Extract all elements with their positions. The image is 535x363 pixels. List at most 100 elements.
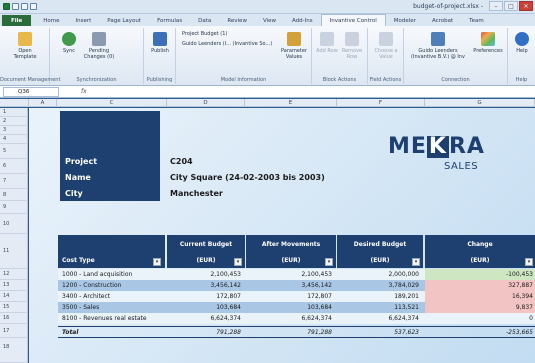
- remove-row-icon: [345, 32, 359, 46]
- row-header[interactable]: 7: [0, 174, 28, 189]
- table-total-row: Total 791,288 791,288 537,623 -253,665: [58, 326, 535, 338]
- header-current-budget: Current Budget (EUR) ▾: [167, 235, 245, 268]
- minimize-button[interactable]: –: [489, 1, 503, 11]
- choose-value-icon: [379, 32, 393, 46]
- header-change: Change (EUR) ▾: [425, 235, 535, 268]
- row-header[interactable]: 8: [0, 189, 28, 201]
- tab-formulas[interactable]: Formulas: [149, 15, 190, 26]
- preferences-icon: [481, 32, 495, 46]
- group-model-information: Project Budget (1) Guido Leenders (I... …: [176, 28, 312, 84]
- tab-home[interactable]: Home: [35, 15, 67, 26]
- model-user[interactable]: Guido Leenders (I... (Invantive So...): [182, 41, 272, 47]
- project-info-panel: [60, 111, 160, 201]
- column-header-c[interactable]: C: [57, 99, 167, 107]
- row-header[interactable]: 14: [0, 291, 28, 302]
- row-header[interactable]: 2: [0, 117, 28, 126]
- title-bar: budget-of-project.xlsx - – □ ✕: [0, 0, 535, 14]
- column-header-g[interactable]: G: [425, 99, 535, 107]
- remove-row-button[interactable]: Remove Row: [340, 32, 364, 60]
- publish-icon: [153, 32, 167, 46]
- table-row: 3500 - Sales 103,684 103,684 113,521 9,8…: [58, 302, 535, 313]
- ribbon-tabs: File Home Insert Page Layout Formulas Da…: [0, 14, 535, 26]
- name-value[interactable]: City Square (24-02-2003 bis 2003): [170, 173, 325, 182]
- table-row: 8100 - Revenues real estate 6,624,374 6,…: [58, 313, 535, 324]
- open-template-button[interactable]: Open Template: [10, 32, 40, 60]
- column-header-e[interactable]: E: [245, 99, 337, 107]
- header-desired-budget: Desired Budget (EUR) ▾: [337, 235, 423, 268]
- row-header[interactable]: 4: [0, 135, 28, 144]
- filter-dropdown-icon[interactable]: ▾: [325, 258, 333, 266]
- tab-page-layout[interactable]: Page Layout: [99, 15, 149, 26]
- project-value[interactable]: C204: [170, 157, 193, 166]
- tab-review[interactable]: Review: [219, 15, 255, 26]
- group-publishing: Publish Publishing: [144, 28, 176, 84]
- tab-modeler[interactable]: Modeler: [386, 15, 424, 26]
- folder-icon: [18, 32, 32, 46]
- close-button[interactable]: ✕: [519, 1, 533, 11]
- funnel-icon: [287, 32, 301, 46]
- connection-button[interactable]: Guido Leenders (Invantive B.V.) @ Inv: [408, 32, 468, 60]
- table-row: 1200 - Construction 3,456,142 3,456,142 …: [58, 280, 535, 291]
- row-header[interactable]: 5: [0, 144, 28, 159]
- ribbon: Open Template Document Management Sync P…: [0, 26, 535, 86]
- filter-dropdown-icon[interactable]: ▾: [525, 258, 533, 266]
- city-value[interactable]: Manchester: [170, 189, 223, 198]
- tab-file[interactable]: File: [2, 15, 32, 26]
- row-header[interactable]: 9: [0, 201, 28, 214]
- row-header[interactable]: 13: [0, 280, 28, 291]
- tab-invantive-control[interactable]: Invantive Control: [320, 14, 386, 26]
- name-label: Name: [65, 173, 91, 182]
- filter-dropdown-icon[interactable]: ▾: [153, 258, 161, 266]
- add-row-icon: [320, 32, 334, 46]
- sync-button[interactable]: Sync: [58, 32, 80, 54]
- column-header-f[interactable]: F: [337, 99, 425, 107]
- group-connection: Guido Leenders (Invantive B.V.) @ Inv Pr…: [404, 28, 508, 84]
- table-row: 1000 - Land acquisition 2,100,453 2,100,…: [58, 269, 535, 280]
- parameter-values-button[interactable]: Parameter Values: [280, 32, 308, 60]
- filter-dropdown-icon[interactable]: ▾: [234, 258, 242, 266]
- column-header-d[interactable]: D: [167, 99, 245, 107]
- row-header[interactable]: 12: [0, 269, 28, 280]
- tab-view[interactable]: View: [255, 15, 284, 26]
- row-header[interactable]: 15: [0, 302, 28, 313]
- name-box[interactable]: Q36: [3, 86, 59, 97]
- tab-add-ins[interactable]: Add-Ins: [284, 15, 321, 26]
- help-icon: [515, 32, 529, 46]
- sales-logo-text: SALES: [444, 161, 479, 172]
- select-all-corner[interactable]: [0, 99, 29, 107]
- header-after-movements: After Movements (EUR) ▾: [246, 235, 336, 268]
- tab-data[interactable]: Data: [190, 15, 219, 26]
- formula-bar: Q36 fx: [0, 86, 535, 98]
- tab-acrobat[interactable]: Acrobat: [424, 15, 461, 26]
- tab-insert[interactable]: Insert: [68, 15, 100, 26]
- window-title: budget-of-project.xlsx -: [413, 3, 483, 10]
- pending-changes-button[interactable]: Pending Changes (0): [82, 32, 116, 60]
- add-row-button[interactable]: Add Row: [316, 32, 338, 54]
- group-synchronization: Sync Pending Changes (0) Synchronization: [50, 28, 144, 84]
- column-header-a[interactable]: A: [29, 99, 57, 107]
- help-button[interactable]: Help: [512, 32, 532, 54]
- sync-icon: [62, 32, 76, 46]
- preferences-button[interactable]: Preferences: [472, 32, 504, 54]
- filter-dropdown-icon[interactable]: ▾: [412, 258, 420, 266]
- row-header[interactable]: 3: [0, 126, 28, 135]
- row-header[interactable]: 17: [0, 324, 28, 338]
- row-header[interactable]: 10: [0, 214, 28, 234]
- fx-icon[interactable]: fx: [81, 88, 87, 95]
- table-row: 3400 - Architect 172,807 172,807 189,201…: [58, 291, 535, 302]
- group-document-management: Open Template Document Management: [0, 28, 60, 84]
- group-block-actions: Add Row Remove Row Block Actions: [312, 28, 368, 84]
- connection-icon: [431, 32, 445, 46]
- maximize-button[interactable]: □: [504, 1, 518, 11]
- pending-icon: [92, 32, 106, 46]
- choose-value-button[interactable]: Choose a Value: [373, 32, 399, 60]
- tab-team[interactable]: Team: [461, 15, 492, 26]
- row-header[interactable]: 1: [0, 108, 28, 117]
- publish-button[interactable]: Publish: [148, 32, 172, 54]
- row-header[interactable]: 6: [0, 159, 28, 174]
- header-cost-type: Cost Type ▾: [58, 235, 165, 268]
- model-project-budget[interactable]: Project Budget (1): [182, 31, 227, 37]
- row-header[interactable]: 11: [0, 234, 28, 269]
- row-header[interactable]: 18: [0, 338, 28, 363]
- row-header[interactable]: 16: [0, 313, 28, 324]
